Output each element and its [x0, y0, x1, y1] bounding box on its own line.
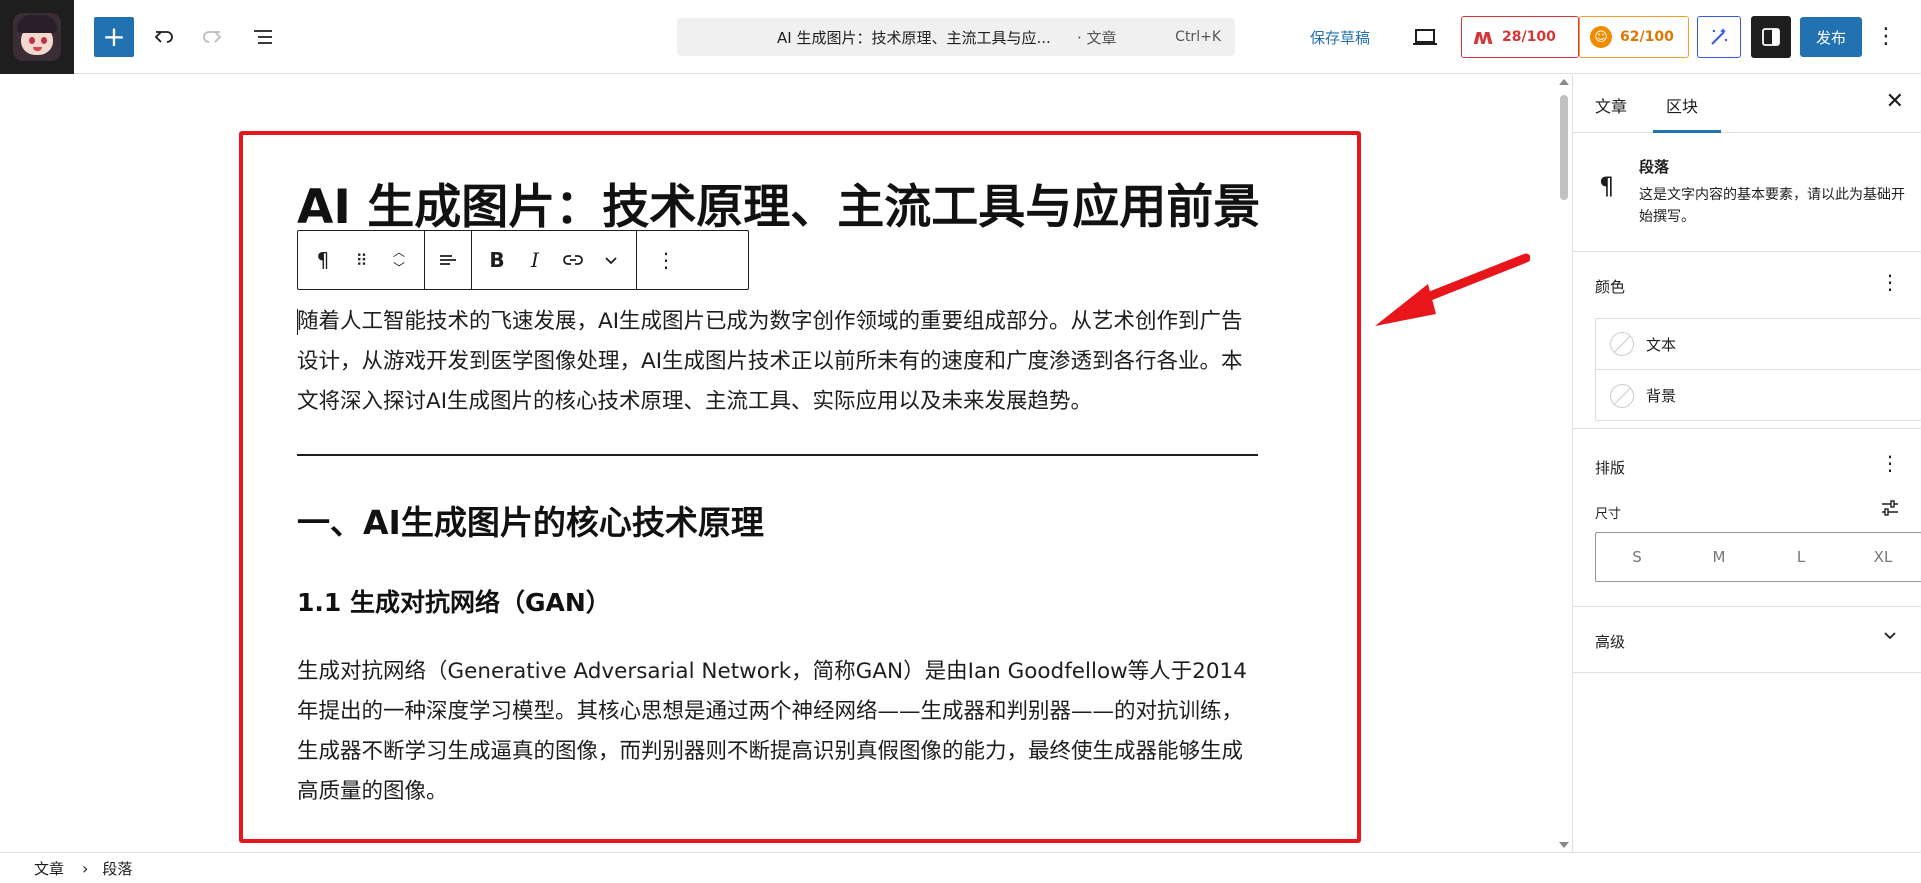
editor-header: + AI 生成图片：技术原理、主流工具与应... · 文章 Ctrl+K 保存草… [0, 0, 1921, 74]
pilcrow-icon: ¶ [1599, 172, 1615, 200]
scrollbar-thumb[interactable] [1560, 95, 1568, 200]
empty-swatch-icon [1610, 383, 1634, 408]
color-panel-title: 颜色 [1595, 278, 1626, 296]
undo-icon [154, 31, 173, 43]
advanced-panel[interactable]: 高级 [1573, 607, 1921, 673]
breadcrumb-item-post[interactable]: 文章 [34, 858, 64, 879]
magic-wand-icon [1711, 28, 1728, 45]
site-logo[interactable] [0, 0, 74, 74]
scroll-up-icon[interactable] [1559, 79, 1569, 85]
typography-panel-title: 排版 [1595, 459, 1626, 477]
color-panel: 颜色 ⋮ 文本 背景 [1573, 252, 1921, 429]
redo-icon [203, 31, 222, 43]
color-list: 文本 背景 [1595, 318, 1921, 421]
chevron-right-icon: › [82, 858, 89, 878]
redo-button[interactable] [192, 17, 232, 57]
color-options-icon[interactable]: ⋮ [1880, 270, 1900, 294]
text-color-label: 文本 [1646, 335, 1677, 354]
gan-paragraph[interactable]: 生成对抗网络（Generative Adversarial Network，简称… [297, 652, 1262, 812]
link-icon[interactable] [554, 231, 592, 289]
block-toolbar: ¶ ⠿ ︿ ﹀ B I ⋮ [297, 230, 749, 290]
custom-size-icon[interactable] [1880, 499, 1900, 521]
close-icon[interactable]: ✕ [1886, 89, 1904, 114]
advanced-panel-title: 高级 [1595, 633, 1626, 651]
tab-post[interactable]: 文章 [1595, 93, 1627, 117]
block-description: 这是文字内容的基本要素，请以此为基础开始撰写。 [1639, 187, 1905, 225]
block-options-icon[interactable]: ⋮ [647, 231, 685, 289]
font-size-label: 尺寸 [1595, 507, 1622, 522]
heading-1[interactable]: 一、AI生成图片的核心技术原理 [297, 496, 764, 544]
avatar [13, 13, 61, 61]
background-color-item[interactable]: 背景 [1596, 370, 1921, 421]
seo-score: 28/100 [1502, 29, 1556, 45]
move-block-icon[interactable]: ︿ ﹀ [380, 231, 418, 289]
document-bar[interactable]: AI 生成图片：技术原理、主流工具与应... · 文章 Ctrl+K [677, 18, 1235, 56]
save-draft-button[interactable]: 保存草稿 [1310, 27, 1370, 48]
paragraph-block-icon[interactable]: ¶ [304, 231, 342, 289]
sidebar-icon [1762, 28, 1780, 46]
sidebar-tabs: 文章 区块 ✕ [1573, 75, 1921, 133]
align-text-icon[interactable] [429, 231, 467, 289]
size-option-m[interactable]: M [1678, 533, 1760, 581]
breadcrumb: 文章 › 段落 [0, 852, 1921, 883]
background-color-label: 背景 [1646, 387, 1677, 405]
readability-score-button[interactable]: ☺ 62/100 [1579, 16, 1689, 58]
separator-block[interactable] [297, 454, 1258, 456]
block-name: 段落 [1639, 158, 1670, 176]
document-kind: · 文章 [1077, 28, 1117, 47]
typography-options-icon[interactable]: ⋮ [1880, 451, 1900, 475]
canvas-scrollbar[interactable] [1556, 75, 1572, 852]
font-size-picker: S M L XL [1595, 532, 1921, 582]
more-options-icon[interactable]: ⋮ [1874, 22, 1898, 52]
active-tab-indicator [1653, 130, 1721, 133]
publish-button[interactable]: 发布 [1800, 17, 1862, 57]
text-color-item[interactable]: 文本 [1596, 319, 1921, 370]
post-title[interactable]: AI 生成图片：技术原理、主流工具与应用前景 [297, 168, 1260, 237]
scroll-down-icon[interactable] [1559, 842, 1569, 848]
preview-button[interactable] [1408, 22, 1442, 52]
laptop-icon [1413, 29, 1437, 45]
plus-icon: + [102, 20, 126, 53]
heading-1-1[interactable]: 1.1 生成对抗网络（GAN） [297, 583, 611, 619]
seo-icon: ʍ [1472, 24, 1494, 50]
seo-score-button[interactable]: ʍ 28/100 [1461, 16, 1579, 58]
chevron-down-icon[interactable] [592, 231, 630, 289]
document-title[interactable]: AI 生成图片：技术原理、主流工具与应... [777, 27, 1051, 48]
red-arrow-annotation [1375, 253, 1530, 326]
tab-block[interactable]: 区块 [1666, 93, 1698, 117]
block-card: ¶ 段落 这是文字内容的基本要素，请以此为基础开始撰写。 [1573, 134, 1921, 252]
breadcrumb-item-paragraph[interactable]: 段落 [102, 858, 132, 879]
undo-button[interactable] [144, 17, 184, 57]
drag-handle-icon[interactable]: ⠿ [342, 231, 380, 289]
settings-sidebar: 文章 区块 ✕ ¶ 段落 这是文字内容的基本要素，请以此为基础开始撰写。 颜色 … [1572, 75, 1921, 852]
size-option-xl[interactable]: XL [1842, 533, 1921, 581]
list-view-icon [254, 30, 272, 44]
intro-paragraph[interactable]: 随着人工智能技术的飞速发展，AI生成图片已成为数字创作领域的重要组成部分。从艺术… [297, 302, 1262, 422]
italic-icon[interactable]: I [516, 231, 554, 289]
chevron-down-icon [1882, 627, 1898, 648]
readability-score: 62/100 [1620, 29, 1674, 45]
bold-icon[interactable]: B [478, 231, 516, 289]
size-option-s[interactable]: S [1596, 533, 1678, 581]
typography-panel: 排版 ⋮ 尺寸 S M L XL [1573, 429, 1921, 607]
size-option-l[interactable]: L [1760, 533, 1842, 581]
add-block-button[interactable]: + [94, 17, 134, 57]
document-overview-button[interactable] [243, 17, 283, 57]
readability-icon: ☺ [1590, 26, 1612, 48]
empty-swatch-icon [1610, 332, 1634, 356]
settings-sidebar-toggle[interactable] [1751, 16, 1791, 58]
ai-tools-button[interactable] [1697, 16, 1741, 58]
command-shortcut: Ctrl+K [1175, 29, 1221, 45]
